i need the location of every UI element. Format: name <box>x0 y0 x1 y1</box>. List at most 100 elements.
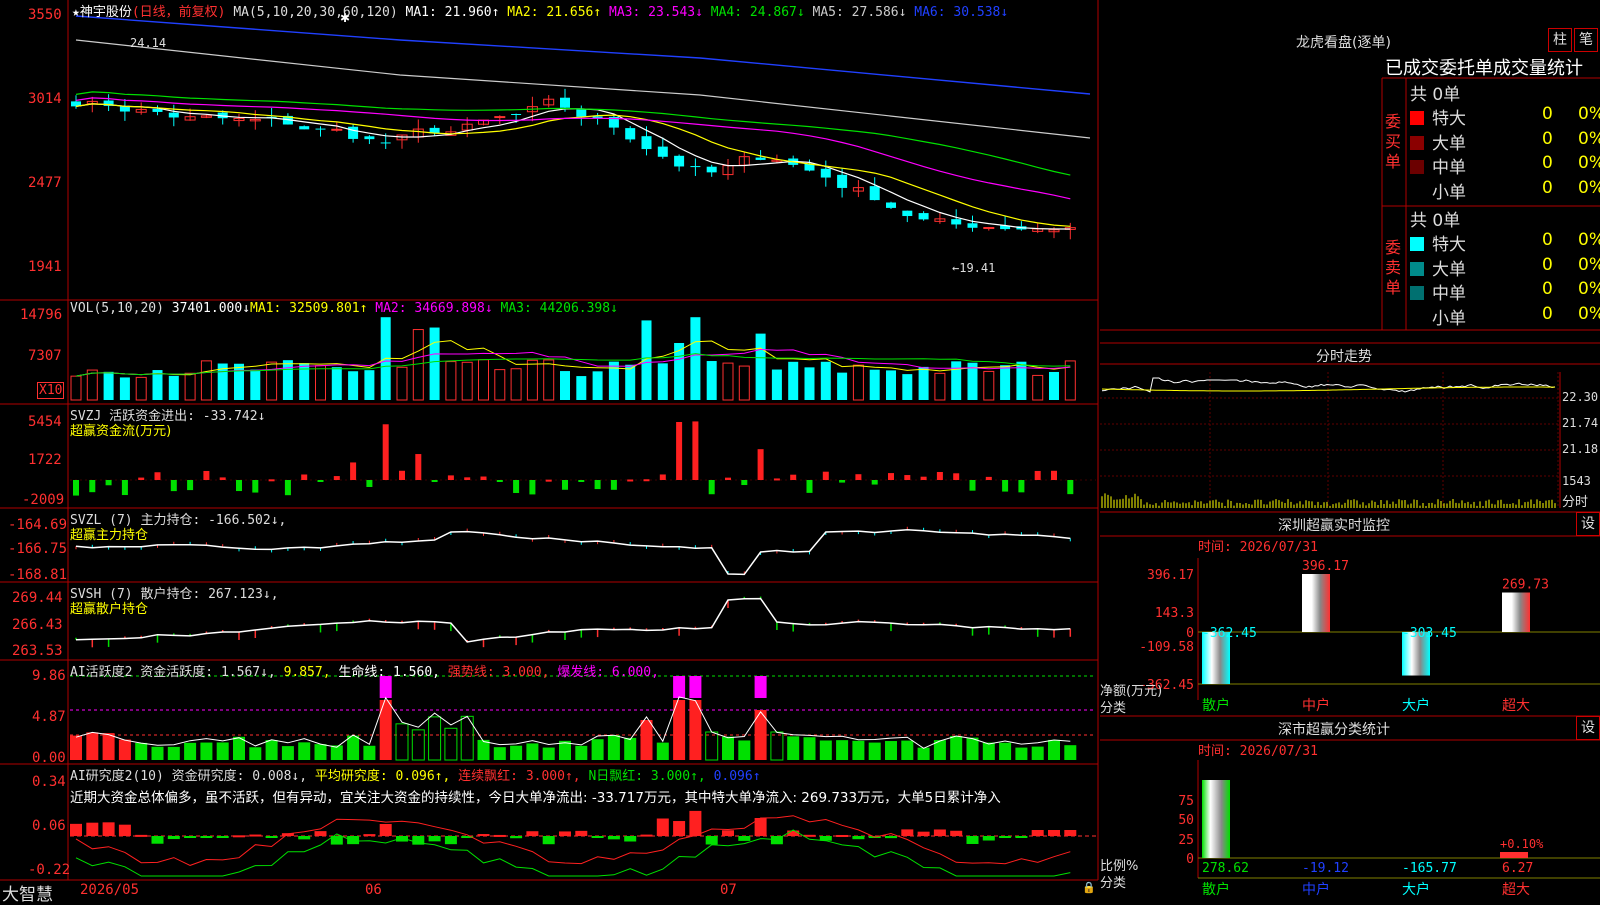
ai1-bar <box>347 735 360 760</box>
candle-down <box>511 113 522 115</box>
ai1-bar <box>950 735 963 760</box>
volume-bar-up <box>266 361 278 401</box>
vol-ma1: MA1: 32509.801↑ <box>250 301 368 316</box>
candle-down <box>902 210 913 217</box>
volume-bar-down <box>804 367 815 400</box>
volume-bar-down <box>690 317 701 400</box>
ai2-bar-neg <box>444 836 457 845</box>
volume-bar-down <box>706 361 717 400</box>
ai2-bar-pos <box>1048 830 1060 836</box>
high-price-label: 24.14 <box>130 36 167 50</box>
price-tick-1: 3014 <box>28 91 62 107</box>
svzj-bar-out <box>871 480 878 485</box>
stats-bar-0 <box>1202 780 1230 858</box>
order-count: 0 <box>1542 128 1553 149</box>
svzj-bar-in <box>350 462 357 480</box>
svzj-bar-in <box>659 474 666 480</box>
stats-value: -19.12 <box>1302 861 1349 876</box>
volume-bar-down <box>657 363 668 400</box>
ai2-bar-pos <box>70 823 82 836</box>
ai2-bar-neg <box>167 836 180 840</box>
volume-bar-down <box>820 361 831 400</box>
sz-monitor-time: 时间: 2026/07/31 <box>1198 540 1318 555</box>
sz-stats-settings-button[interactable]: 设 <box>1576 716 1600 740</box>
sz-monitor-cat: 分类 <box>1100 701 1127 716</box>
volume-panel <box>70 317 1076 401</box>
tick-view-button[interactable]: 笔 <box>1574 28 1598 52</box>
app-logo[interactable]: 大智慧 <box>2 880 53 905</box>
sell-orders-label: 委卖单 <box>1385 238 1402 297</box>
lock-icon[interactable]: 🔒 <box>1082 881 1096 894</box>
svzj-bar-out <box>594 480 601 490</box>
ai1-bar <box>542 747 555 760</box>
stats-bar-3 <box>1500 852 1528 858</box>
svzj-bar-in <box>936 471 943 480</box>
svzj-bar-out <box>578 480 585 482</box>
ai1-bar <box>607 735 620 760</box>
ai2-header: AI研究度2(10) 资金研究度: 0.008↓, 平均研究度: 0.096↑,… <box>70 765 761 784</box>
stock-name[interactable]: 神宇股份 <box>80 5 132 20</box>
sz-stats-chart: 75 50 25 0 +0.10% 278.62 散户 -19.12 中户 -165.77 大户 6.… <box>1178 760 1600 898</box>
intraday-vol-tick: 1543 <box>1562 474 1591 488</box>
volume-bar-down <box>119 377 130 400</box>
order-row-buy-1: 大单 0 0% <box>1410 129 1600 154</box>
ai2-bar-pos <box>559 831 571 836</box>
ai1-v4: 强势线: 3.000, <box>447 665 550 680</box>
vol-ma2: MA2: 34669.898↓ <box>375 301 493 316</box>
ai1-bar-burst <box>673 676 686 698</box>
ai2-bar-pos <box>363 834 376 837</box>
volume-bar-up <box>1064 360 1076 401</box>
intraday-tick-2: 21.18 <box>1562 442 1599 456</box>
svzj-sub: 超赢资金流(万元) <box>70 424 172 439</box>
date-label-2: 07 <box>720 882 737 898</box>
monitor-bar-value: -362.45 <box>1202 626 1257 641</box>
svzj-bar-in <box>138 477 145 480</box>
price-header: ★神宇股份(日线，前复权) MA(5,10,20,30,60,120) MA1:… <box>72 1 1008 20</box>
monitor-category: 超大 <box>1502 698 1530 714</box>
sz-monitor-title: 深圳超赢实时监控 <box>1278 518 1390 534</box>
ai1-bar <box>999 742 1012 760</box>
svzj-bar-out <box>187 480 194 491</box>
sz-monitor-settings-button[interactable]: 设 <box>1576 512 1600 536</box>
candle-down <box>690 166 701 168</box>
svzj-bar-in <box>382 424 389 480</box>
bar-view-button[interactable]: 柱 <box>1548 28 1572 52</box>
svzj-bar-in <box>268 479 275 482</box>
svzj-bar-in <box>904 475 911 480</box>
order-row-sell-2: 中单 0 0% <box>1410 279 1600 304</box>
volume-bar-down <box>152 370 163 400</box>
volume-bar-up <box>445 361 457 401</box>
ai2-comment: 近期大资金总体偏多，虽不活跃，但有异动，宜关注大资金的持续性，今日大单净流出: … <box>70 790 1001 806</box>
order-row-buy-2: 中单 0 0% <box>1410 153 1600 178</box>
svzj-bar-out <box>496 480 503 482</box>
order-color-swatch <box>1410 111 1424 125</box>
buy-orders-label: 委买单 <box>1385 112 1402 171</box>
volume-bar-down <box>869 369 880 400</box>
svzj-bar-in <box>464 477 471 480</box>
monitor-bar-value: 396.17 <box>1302 559 1349 574</box>
order-row-sell-1: 大单 0 0% <box>1410 255 1600 280</box>
vol-unit-badge[interactable]: X10 <box>37 382 65 399</box>
ai1-bar <box>640 720 653 760</box>
order-color-swatch <box>1410 311 1424 325</box>
ai1-bar <box>493 747 506 760</box>
svzj-bar-in <box>1034 470 1041 480</box>
volume-bar-up <box>1032 374 1044 401</box>
vol-header: VOL(5,10,20) 37401.000↓MA1: 32509.801↑ M… <box>70 301 618 316</box>
kline-chart-area[interactable]: ✱ ★神宇股份(日线，前复权) MA(5,10,20,30,60,120) MA… <box>0 0 1100 905</box>
svzj-bar-out <box>252 480 259 493</box>
svsh-sub: 超赢散户持仓 <box>70 602 149 617</box>
ai2-bar-pos <box>787 830 800 836</box>
svzj-tick-1: 1722 <box>28 452 62 468</box>
ai1-bar <box>624 737 637 760</box>
svzl-panel <box>75 526 1071 576</box>
svzj-bar-in <box>154 472 161 480</box>
intraday-label[interactable]: 分时 <box>1562 491 1588 510</box>
volume-bar-up <box>983 370 995 401</box>
svzj-bar-in <box>333 476 340 480</box>
stats-category: 大户 <box>1402 881 1430 898</box>
ma6-value: MA6: 30.538↓ <box>914 5 1009 20</box>
ai1-bar <box>298 742 311 760</box>
period-mode[interactable]: (日线，前复权) <box>132 5 226 20</box>
candle-down <box>837 174 848 188</box>
